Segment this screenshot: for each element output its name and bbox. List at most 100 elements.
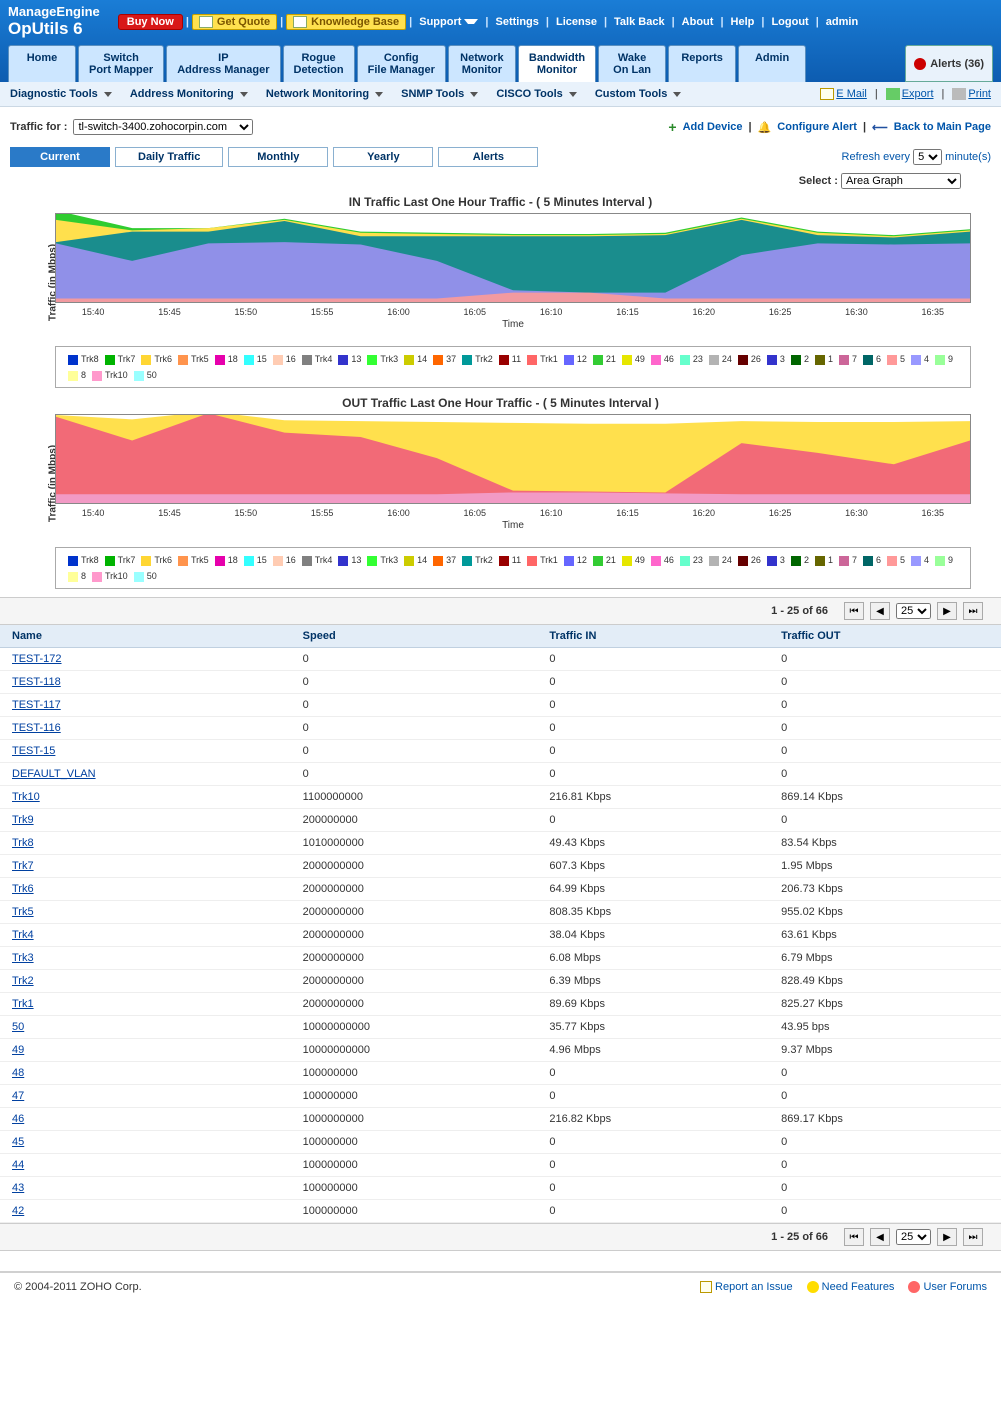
row-link[interactable]: Trk4	[12, 929, 34, 941]
quote-icon	[199, 16, 213, 28]
row-link[interactable]: TEST-172	[12, 653, 62, 665]
chevron-down-icon	[673, 92, 681, 97]
header-link-settings[interactable]: Settings	[496, 16, 539, 28]
row-link[interactable]: DEFAULT_VLAN	[12, 768, 96, 780]
legend-in: Trk8Trk7Trk6Trk5181516Trk413Trk31437Trk2…	[55, 346, 971, 388]
buy-now-button[interactable]: Buy Now	[118, 14, 183, 30]
row-link[interactable]: 43	[12, 1182, 24, 1194]
row-link[interactable]: TEST-118	[12, 676, 61, 688]
table-row: TEST-172000	[0, 648, 1001, 671]
chart-type-select[interactable]: Area Graph	[841, 173, 961, 189]
row-link[interactable]: Trk7	[12, 860, 34, 872]
row-link[interactable]: Trk2	[12, 975, 34, 987]
pager-last-button[interactable]: ⏭	[963, 1228, 983, 1246]
header-link-about[interactable]: About	[682, 16, 714, 28]
need-features-link[interactable]: Need Features	[807, 1281, 895, 1293]
row-link[interactable]: TEST-15	[12, 745, 55, 757]
toolbar-snmp-tools[interactable]: SNMP Tools	[401, 88, 478, 100]
add-device-link[interactable]: Add Device	[683, 121, 743, 133]
col-name[interactable]: Name	[0, 625, 291, 648]
header-link-help[interactable]: Help	[731, 16, 755, 28]
table-row: Trk52000000000808.35 Kbps955.02 Kbps	[0, 901, 1001, 924]
table-row: 4210000000000	[0, 1200, 1001, 1223]
row-link[interactable]: 44	[12, 1159, 24, 1171]
row-link[interactable]: Trk6	[12, 883, 34, 895]
toolbar-network-monitoring[interactable]: Network Monitoring	[266, 88, 383, 100]
row-link[interactable]: Trk1	[12, 998, 34, 1010]
table-row: Trk6200000000064.99 Kbps206.73 Kbps	[0, 878, 1001, 901]
user-forums-link[interactable]: User Forums	[908, 1281, 987, 1293]
tab-switch-port-mapper[interactable]: SwitchPort Mapper	[78, 45, 164, 82]
report-issue-link[interactable]: Report an Issue	[700, 1281, 793, 1293]
table-row: Trk8101000000049.43 Kbps83.54 Kbps	[0, 832, 1001, 855]
row-link[interactable]: Trk10	[12, 791, 40, 803]
pager-prev-button[interactable]: ◀	[870, 1228, 890, 1246]
back-link[interactable]: Back to Main Page	[894, 121, 991, 133]
subtab-daily-traffic[interactable]: Daily Traffic	[115, 147, 223, 167]
toolbar-custom-tools[interactable]: Custom Tools	[595, 88, 682, 100]
header-link-support[interactable]: Support	[419, 16, 478, 28]
header-link-talk-back[interactable]: Talk Back	[614, 16, 665, 28]
configure-alert-link[interactable]: Configure Alert	[777, 121, 857, 133]
pager-size-select[interactable]: 25	[896, 603, 931, 619]
pager-first-button[interactable]: ⏮	[844, 602, 864, 620]
row-link[interactable]: 42	[12, 1205, 24, 1217]
header-link-logout[interactable]: Logout	[771, 16, 808, 28]
row-link[interactable]: Trk8	[12, 837, 34, 849]
pager-next-button[interactable]: ▶	[937, 1228, 957, 1246]
row-link[interactable]: TEST-116	[12, 722, 61, 734]
header-link-admin[interactable]: admin	[826, 16, 858, 28]
view-tabs: CurrentDaily TrafficMonthlyYearlyAlerts …	[0, 147, 1001, 167]
col-speed[interactable]: Speed	[291, 625, 538, 648]
header-link-license[interactable]: License	[556, 16, 597, 28]
tab-admin[interactable]: Admin	[738, 45, 806, 82]
row-link[interactable]: Trk9	[12, 814, 34, 826]
chevron-down-icon	[240, 92, 248, 97]
print-link[interactable]: Print	[952, 88, 991, 100]
subtab-current[interactable]: Current	[10, 147, 110, 167]
toolbar-diagnostic-tools[interactable]: Diagnostic Tools	[10, 88, 112, 100]
tab-rogue-detection[interactable]: RogueDetection	[283, 45, 355, 82]
pager-size-select[interactable]: 25	[896, 1229, 931, 1245]
pager-prev-button[interactable]: ◀	[870, 602, 890, 620]
alerts-button[interactable]: Alerts (36)	[905, 45, 993, 82]
table-row: TEST-116000	[0, 717, 1001, 740]
subtab-yearly[interactable]: Yearly	[333, 147, 433, 167]
toolbar-address-monitoring[interactable]: Address Monitoring	[130, 88, 248, 100]
row-link[interactable]: TEST-117	[12, 699, 61, 711]
tab-reports[interactable]: Reports	[668, 45, 736, 82]
col-traffic-out[interactable]: Traffic OUT	[769, 625, 1001, 648]
device-select[interactable]: tl-switch-3400.zohocorpin.com	[73, 119, 253, 135]
row-link[interactable]: 47	[12, 1090, 24, 1102]
toolbar-cisco-tools[interactable]: CISCO Tools	[496, 88, 576, 100]
table-row: 501000000000035.77 Kbps43.95 bps	[0, 1016, 1001, 1039]
tab-bandwidth-monitor[interactable]: BandwidthMonitor	[518, 45, 596, 82]
tab-home[interactable]: Home	[8, 45, 76, 82]
export-link[interactable]: Export	[886, 88, 934, 100]
tab-ip-address-manager[interactable]: IPAddress Manager	[166, 45, 280, 82]
row-link[interactable]: Trk5	[12, 906, 34, 918]
row-link[interactable]: 50	[12, 1021, 24, 1033]
row-link[interactable]: 48	[12, 1067, 24, 1079]
row-link[interactable]: 46	[12, 1113, 24, 1125]
print-icon	[952, 88, 966, 100]
tab-network-monitor[interactable]: NetworkMonitor	[448, 45, 516, 82]
pager-next-button[interactable]: ▶	[937, 602, 957, 620]
subtab-alerts[interactable]: Alerts	[438, 147, 538, 167]
alert-icon	[914, 58, 926, 70]
get-quote-button[interactable]: Get Quote	[192, 14, 277, 30]
row-link[interactable]: 45	[12, 1136, 24, 1148]
chart-select-label: Select :	[799, 175, 838, 187]
tab-config-file-manager[interactable]: ConfigFile Manager	[357, 45, 446, 82]
pager-first-button[interactable]: ⏮	[844, 1228, 864, 1246]
footer: © 2004-2011 ZOHO Corp. Report an Issue N…	[0, 1271, 1001, 1301]
row-link[interactable]: Trk3	[12, 952, 34, 964]
row-link[interactable]: 49	[12, 1044, 24, 1056]
refresh-interval-select[interactable]: 5	[913, 149, 942, 165]
email-link[interactable]: E Mail	[820, 88, 867, 100]
subtab-monthly[interactable]: Monthly	[228, 147, 328, 167]
knowledge-base-button[interactable]: Knowledge Base	[286, 14, 406, 30]
pager-last-button[interactable]: ⏭	[963, 602, 983, 620]
col-traffic-in[interactable]: Traffic IN	[537, 625, 769, 648]
tab-wake-on-lan[interactable]: WakeOn Lan	[598, 45, 666, 82]
